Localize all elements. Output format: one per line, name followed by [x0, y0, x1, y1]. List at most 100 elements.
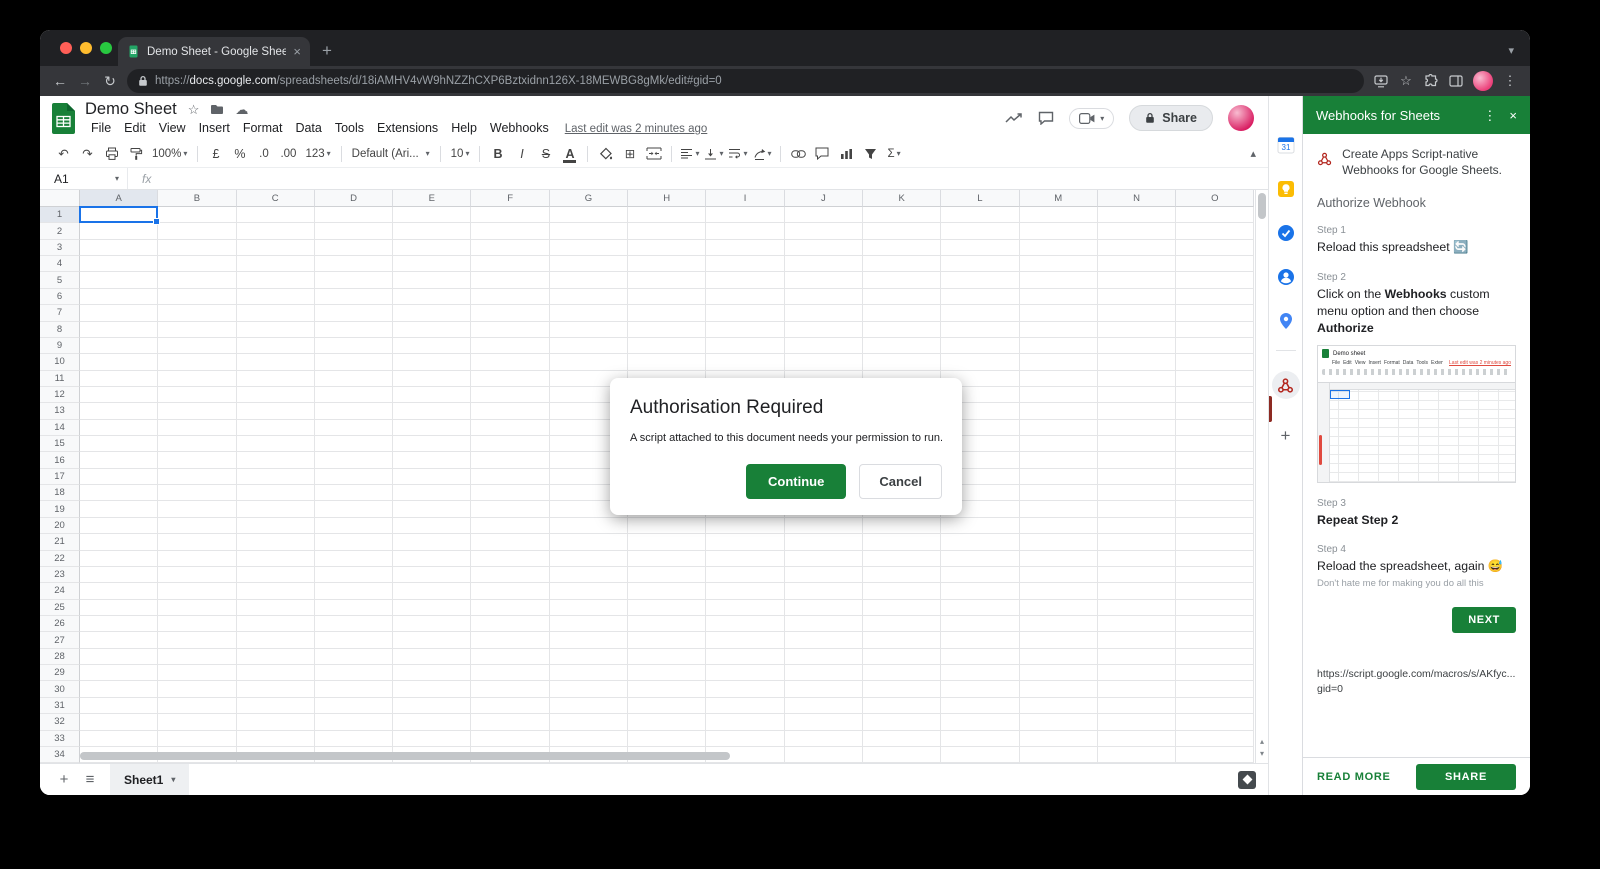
cell-n4[interactable]	[1097, 256, 1177, 273]
decrease-decimal-button[interactable]: .0	[252, 143, 275, 165]
menu-edit[interactable]: Edit	[118, 120, 152, 136]
cell-e25[interactable]	[393, 599, 472, 616]
row-header-29[interactable]: 29	[40, 665, 80, 682]
cell-b7[interactable]	[158, 305, 237, 322]
cell-m19[interactable]	[1019, 501, 1098, 518]
cell-c31[interactable]	[236, 697, 315, 715]
menu-file[interactable]: File	[85, 120, 117, 136]
cell-e28[interactable]	[393, 648, 472, 666]
cell-d6[interactable]	[314, 288, 394, 306]
cell-n1[interactable]	[1097, 207, 1177, 224]
cell-j5[interactable]	[784, 272, 863, 289]
cell-m18[interactable]	[1019, 485, 1098, 502]
strikethrough-button[interactable]: S	[534, 143, 557, 165]
cell-c15[interactable]	[236, 436, 315, 453]
cell-n29[interactable]	[1097, 665, 1177, 682]
cell-c1[interactable]	[236, 207, 315, 224]
cell-o17[interactable]	[1176, 468, 1255, 486]
cell-b12[interactable]	[158, 386, 237, 404]
row-header-9[interactable]: 9	[40, 337, 80, 355]
cell-h21[interactable]	[628, 534, 707, 551]
cell-a19[interactable]	[80, 501, 159, 518]
scroll-up-icon[interactable]: ▴	[1260, 738, 1264, 746]
cell-o27[interactable]	[1176, 632, 1255, 649]
close-window-button[interactable]	[60, 42, 72, 54]
menu-format[interactable]: Format	[237, 120, 289, 136]
cell-a29[interactable]	[80, 665, 159, 682]
back-icon[interactable]: ←	[52, 73, 68, 89]
text-rotation-button[interactable]: ▾	[751, 143, 774, 165]
cell-h25[interactable]	[628, 599, 707, 616]
cell-d19[interactable]	[314, 501, 394, 518]
cell-k2[interactable]	[862, 223, 942, 240]
cell-c24[interactable]	[236, 583, 315, 600]
cell-o25[interactable]	[1176, 599, 1255, 616]
redo-button[interactable]: ↷	[76, 143, 99, 165]
cell-a32[interactable]	[80, 714, 159, 731]
cell-k32[interactable]	[862, 714, 942, 731]
cell-c20[interactable]	[236, 517, 315, 535]
cell-m25[interactable]	[1019, 599, 1098, 616]
cell-e27[interactable]	[393, 632, 472, 649]
cell-h30[interactable]	[628, 681, 707, 698]
cell-l34[interactable]	[941, 746, 1020, 763]
cell-o34[interactable]	[1176, 746, 1255, 763]
cell-l20[interactable]	[941, 517, 1020, 535]
cell-i26[interactable]	[706, 615, 785, 633]
cell-o33[interactable]	[1176, 730, 1255, 747]
sidebar-overflow-icon[interactable]: ⋮	[1483, 109, 1496, 122]
paint-format-button[interactable]	[124, 143, 147, 165]
cell-b16[interactable]	[158, 452, 237, 469]
cell-g20[interactable]	[549, 517, 629, 535]
cell-c6[interactable]	[236, 288, 315, 306]
cell-i9[interactable]	[706, 337, 785, 355]
cell-b29[interactable]	[158, 665, 237, 682]
cell-a18[interactable]	[80, 485, 159, 502]
cell-c30[interactable]	[236, 681, 315, 698]
cell-n14[interactable]	[1097, 419, 1177, 437]
cell-l23[interactable]	[941, 566, 1020, 584]
cell-n22[interactable]	[1097, 550, 1177, 567]
cell-f8[interactable]	[471, 321, 550, 338]
cell-m1[interactable]	[1019, 207, 1098, 224]
cell-n24[interactable]	[1097, 583, 1177, 600]
cell-b4[interactable]	[158, 256, 237, 273]
row-header-15[interactable]: 15	[40, 436, 80, 453]
fullscreen-window-button[interactable]	[100, 42, 112, 54]
cell-n17[interactable]	[1097, 468, 1177, 486]
cell-e33[interactable]	[393, 730, 472, 747]
cell-m8[interactable]	[1019, 321, 1098, 338]
cell-f27[interactable]	[471, 632, 550, 649]
cell-a16[interactable]	[80, 452, 159, 469]
cell-n26[interactable]	[1097, 615, 1177, 633]
column-header-c[interactable]: C	[236, 190, 315, 207]
cell-a14[interactable]	[80, 419, 159, 437]
cell-d18[interactable]	[314, 485, 394, 502]
cloud-status-icon[interactable]: ☁	[235, 103, 248, 116]
cell-a11[interactable]	[80, 370, 159, 387]
font-size-select[interactable]: 10 ▾	[447, 143, 474, 165]
last-edit-link[interactable]: Last edit was 2 minutes ago	[565, 123, 708, 135]
functions-button[interactable]: Σ ▾	[883, 143, 906, 165]
row-header-26[interactable]: 26	[40, 615, 80, 633]
cell-k1[interactable]	[862, 207, 942, 224]
cell-a4[interactable]	[80, 256, 159, 273]
row-header-10[interactable]: 10	[40, 354, 80, 371]
cell-i24[interactable]	[706, 583, 785, 600]
cell-e29[interactable]	[393, 665, 472, 682]
cell-n6[interactable]	[1097, 288, 1177, 306]
cell-c13[interactable]	[236, 403, 315, 420]
cell-g28[interactable]	[549, 648, 629, 666]
document-title[interactable]: Demo Sheet	[85, 100, 177, 119]
sidebar-share-button[interactable]: SHARE	[1416, 763, 1516, 790]
cell-f14[interactable]	[471, 419, 550, 437]
borders-button[interactable]: ⊞	[618, 143, 641, 165]
cell-i1[interactable]	[706, 207, 785, 224]
cell-e18[interactable]	[393, 485, 472, 502]
bookmark-star-icon[interactable]: ☆	[1398, 73, 1414, 89]
cell-n15[interactable]	[1097, 436, 1177, 453]
cell-j20[interactable]	[784, 517, 863, 535]
cell-e17[interactable]	[393, 468, 472, 486]
font-select[interactable]: Default (Ari... ▾	[348, 143, 434, 165]
column-header-l[interactable]: L	[941, 190, 1020, 207]
